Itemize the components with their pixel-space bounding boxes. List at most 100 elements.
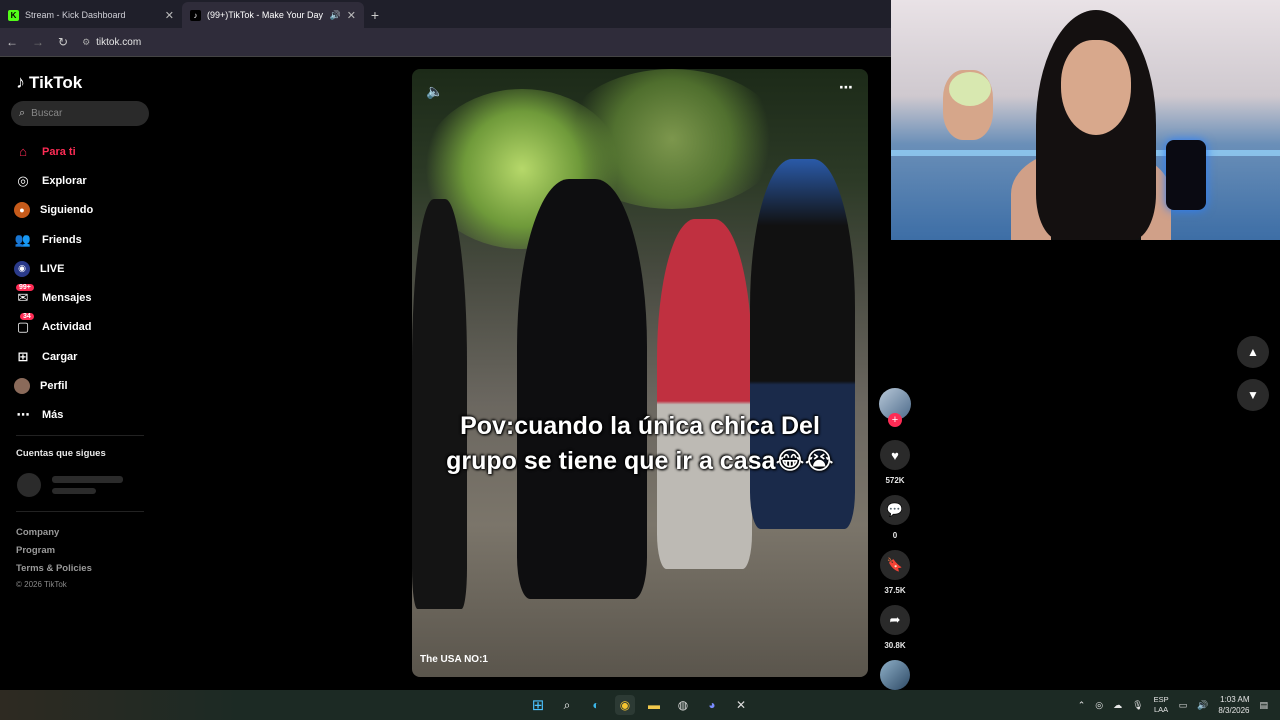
next-video-button[interactable]: ▼ bbox=[1237, 379, 1269, 411]
sound-avatar[interactable] bbox=[880, 660, 910, 690]
logo-text: TikTok bbox=[29, 72, 83, 92]
nav-item-explorar[interactable]: ◎ Explorar bbox=[14, 166, 93, 195]
nav-item-friends[interactable]: 👥 Friends bbox=[14, 225, 93, 254]
url-text: tiktok.com bbox=[96, 36, 142, 48]
sidebar-footer: Company Program Terms & Policies © 2026 … bbox=[16, 524, 92, 592]
nav-item-para-ti[interactable]: ⌂ Para ti bbox=[14, 137, 93, 166]
chrome-icon[interactable]: ◉ bbox=[615, 695, 635, 715]
webcam-microphone bbox=[1166, 140, 1206, 210]
site-info-icon[interactable]: ⚙ bbox=[82, 37, 90, 48]
nav-label: Siguiendo bbox=[40, 204, 94, 217]
language-indicator[interactable]: ESP LAA bbox=[1154, 695, 1169, 715]
browser-tab-tiktok[interactable]: ♪ (99+)TikTok - Make Your Day 🔊 ✕ bbox=[182, 2, 364, 28]
home-icon: ⌂ bbox=[19, 144, 27, 160]
notification-icon[interactable]: ▤ bbox=[1259, 700, 1268, 711]
activity-icon: ▢ 34 bbox=[14, 313, 34, 336]
file-explorer-icon[interactable]: ▬ bbox=[644, 695, 664, 715]
nav-label: Perfil bbox=[40, 380, 68, 393]
video-more-icon[interactable]: ⋯ bbox=[839, 79, 854, 96]
nav-item-live[interactable]: ◉ LIVE bbox=[14, 254, 93, 283]
footer-link-terms[interactable]: Terms & Policies bbox=[16, 560, 92, 578]
main-nav: ⌂ Para ti ◎ Explorar ● Siguiendo 👥 Frien… bbox=[14, 137, 93, 430]
search-input[interactable]: ⌕ Buscar bbox=[11, 101, 149, 126]
forward-icon[interactable]: → bbox=[32, 35, 44, 49]
tiktok-note-icon: ♪ bbox=[16, 72, 25, 92]
nav-label: Mensajes bbox=[42, 292, 92, 305]
like-action[interactable]: ♥ 572K bbox=[877, 440, 913, 485]
back-icon[interactable]: ← bbox=[6, 35, 18, 49]
cloud-icon[interactable]: ☁ bbox=[1113, 700, 1122, 711]
url-field[interactable]: ⚙ tiktok.com bbox=[82, 37, 141, 48]
comment-icon[interactable]: 💬 bbox=[880, 495, 910, 525]
nav-item-perfil[interactable]: Perfil bbox=[14, 371, 93, 400]
follow-plus-icon[interactable]: + bbox=[888, 413, 902, 427]
share-icon[interactable]: ➦ bbox=[880, 605, 910, 635]
network-icon[interactable]: ▭ bbox=[1179, 700, 1188, 711]
friends-icon: 👥 bbox=[14, 231, 32, 247]
new-tab-button[interactable]: + bbox=[364, 2, 386, 28]
address-bar: ← → ↻ ⚙ tiktok.com bbox=[0, 28, 891, 56]
windows-start-icon[interactable]: ⊞ bbox=[528, 695, 548, 715]
footer-link-program[interactable]: Program bbox=[16, 542, 92, 560]
close-tab-icon[interactable]: ✕ bbox=[165, 9, 174, 22]
taskbar-apps: ⊞ ⌕ ◐ ◉ ▬ ◍ ◕ ✕ bbox=[528, 690, 751, 720]
taskbar-left-area bbox=[0, 690, 240, 720]
browser-tab-kick[interactable]: K Stream - Kick Dashboard ✕ bbox=[0, 2, 182, 28]
nav-item-cargar[interactable]: ⊞ Cargar bbox=[14, 342, 93, 371]
nav-item-mas[interactable]: ⋯ Más bbox=[14, 401, 93, 430]
previous-video-button[interactable]: ▲ bbox=[1237, 336, 1269, 368]
tiktok-logo[interactable]: ♪ TikTok bbox=[16, 72, 82, 93]
clock-date: 8/3/2026 bbox=[1218, 706, 1250, 715]
microphone-icon[interactable]: 🎙 bbox=[1132, 700, 1143, 711]
video-actions: + ♥ 572K 💬 0 🔖 37.5K ➦ 30.8K bbox=[877, 388, 913, 690]
language-layout: LAA bbox=[1154, 705, 1169, 714]
share-action[interactable]: ➦ 30.8K bbox=[877, 605, 913, 650]
tab-title: (99+)TikTok - Make Your Day bbox=[207, 10, 323, 20]
obs-icon[interactable]: ◍ bbox=[673, 695, 693, 715]
video-person bbox=[412, 199, 467, 609]
browser-tab-bar: K Stream - Kick Dashboard ✕ ♪ (99+)TikTo… bbox=[0, 0, 891, 28]
heart-icon[interactable]: ♥ bbox=[880, 440, 910, 470]
search-icon[interactable]: ⌕ bbox=[557, 695, 577, 715]
profile-icon bbox=[14, 378, 30, 395]
close-tab-icon[interactable]: ✕ bbox=[347, 9, 356, 22]
nav-item-siguiendo[interactable]: ● Siguiendo bbox=[14, 196, 93, 225]
volume-icon[interactable]: 🔊 bbox=[1197, 700, 1208, 711]
like-count: 572K bbox=[885, 476, 905, 485]
more-icon: ⋯ bbox=[16, 407, 30, 423]
divider bbox=[16, 511, 144, 512]
clock-time: 1:03 AM bbox=[1220, 695, 1250, 704]
comment-count: 0 bbox=[892, 531, 898, 540]
volume-icon[interactable]: 🔈 bbox=[426, 83, 443, 100]
following-icon: ● bbox=[14, 202, 30, 219]
messages-icon: ✉ 99+ bbox=[14, 284, 34, 307]
footer-link-company[interactable]: Company bbox=[16, 524, 92, 542]
video-player[interactable]: 🔈 ⋯ Pov:cuando la única chica Del grupo … bbox=[412, 69, 868, 677]
live-icon: ◉ bbox=[14, 260, 30, 277]
capcut-icon[interactable]: ✕ bbox=[731, 695, 751, 715]
upload-icon: ⊞ bbox=[17, 348, 29, 364]
nav-label: Más bbox=[42, 409, 64, 422]
tray-app-icon[interactable]: ◎ bbox=[1095, 700, 1103, 711]
tab-title: Stream - Kick Dashboard bbox=[25, 10, 126, 20]
chevron-up-icon[interactable]: ⌃ bbox=[1078, 700, 1086, 711]
nav-item-mensajes[interactable]: ✉ 99+ Mensajes bbox=[14, 283, 93, 312]
sidebar: ♪ TikTok ⌕ Buscar ⌂ Para ti ◎ Explorar ●… bbox=[0, 57, 160, 690]
reload-icon[interactable]: ↻ bbox=[58, 35, 68, 49]
skeleton-avatar bbox=[17, 473, 41, 497]
creator-avatar[interactable]: + bbox=[879, 388, 911, 427]
video-author-overlay[interactable]: The USA NO:1 bbox=[420, 654, 488, 665]
nav-label: LIVE bbox=[40, 262, 65, 275]
compass-icon: ◎ bbox=[17, 172, 29, 188]
comment-action[interactable]: 💬 0 bbox=[877, 495, 913, 540]
chevron-down-icon: ▼ bbox=[1247, 388, 1259, 402]
nav-item-actividad[interactable]: ▢ 34 Actividad bbox=[14, 313, 93, 342]
bookmark-icon[interactable]: 🔖 bbox=[880, 550, 910, 580]
video-person bbox=[517, 179, 647, 599]
system-clock[interactable]: 1:03 AM 8/3/2026 bbox=[1218, 694, 1249, 716]
edge-icon[interactable]: ◐ bbox=[586, 695, 606, 715]
speaker-icon[interactable]: 🔊 bbox=[330, 10, 341, 21]
discord-icon[interactable]: ◕ bbox=[702, 695, 722, 715]
language-code: ESP bbox=[1153, 695, 1169, 704]
save-action[interactable]: 🔖 37.5K bbox=[877, 550, 913, 595]
